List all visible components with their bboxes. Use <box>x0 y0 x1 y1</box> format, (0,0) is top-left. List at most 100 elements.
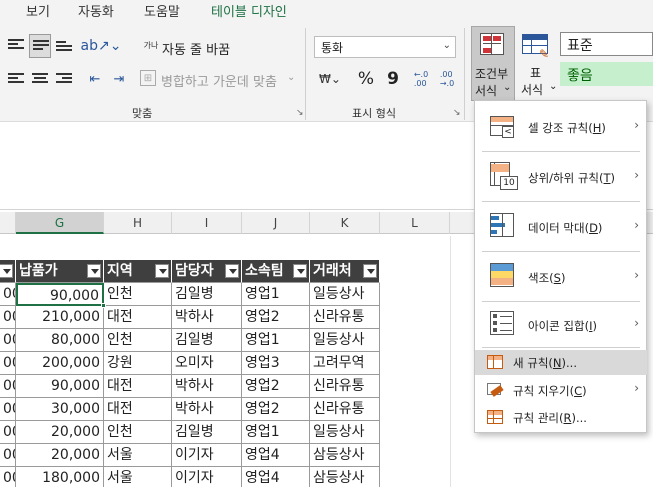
table-cell[interactable]: 00 <box>0 467 16 487</box>
conditional-formatting-button[interactable]: 조건부 서식 ⌄ <box>471 26 515 101</box>
table-cell[interactable]: 영업2 <box>242 398 310 421</box>
table-cell[interactable]: 김일병 <box>172 421 242 444</box>
menu-item-top-bottom[interactable]: 10 상위/하위 규칙(T) › <box>475 152 647 201</box>
menu-item-data-bars[interactable]: 데이터 막대(D) › <box>475 202 647 251</box>
table-cell[interactable]: 박하사 <box>172 398 242 421</box>
tab-help[interactable]: 도움말 <box>144 1 180 20</box>
table-cell[interactable]: 00 <box>0 306 16 329</box>
table-cell[interactable]: 신라유통 <box>310 375 380 398</box>
alignment-launcher-icon[interactable]: ↘ <box>296 108 304 118</box>
wrap-text-button[interactable]: 자동 줄 바꿈 <box>162 39 230 58</box>
table-cell[interactable]: 00 <box>0 283 16 306</box>
table-header-cell[interactable]: 납품가 <box>16 260 104 283</box>
table-cell[interactable]: 고려무역 <box>310 352 380 375</box>
column-header-i[interactable]: I <box>172 212 242 234</box>
table-cell[interactable]: 인천 <box>104 283 172 306</box>
tab-automate[interactable]: 자동화 <box>78 1 114 20</box>
table-cell[interactable]: 서울 <box>104 467 172 487</box>
number-launcher-icon[interactable]: ↘ <box>453 108 461 118</box>
table-cell[interactable]: 박하사 <box>172 375 242 398</box>
table-header-cell[interactable]: 지역 <box>104 260 172 283</box>
table-cell[interactable]: 00 <box>0 352 16 375</box>
table-cell[interactable]: 영업4 <box>242 444 310 467</box>
table-cell[interactable]: 영업4 <box>242 467 310 487</box>
column-header-l[interactable]: L <box>380 212 450 234</box>
align-center-icon[interactable] <box>30 69 50 89</box>
number-format-select[interactable]: 통화 ⌄ <box>314 36 456 58</box>
increase-decimal-icon[interactable]: ←.0 .00 <box>410 67 432 91</box>
cell-style-good[interactable]: 좋음 <box>560 62 653 86</box>
table-cell[interactable]: 90,000 <box>16 375 104 398</box>
align-right-icon[interactable] <box>54 69 74 89</box>
table-cell[interactable]: 30,000 <box>16 398 104 421</box>
tab-view[interactable]: 보기 <box>26 1 50 20</box>
table-cell[interactable]: 영업1 <box>242 329 310 352</box>
table-cell[interactable]: 강원 <box>104 352 172 375</box>
table-cell[interactable]: 영업1 <box>242 421 310 444</box>
table-cell[interactable]: 인천 <box>104 421 172 444</box>
filter-dropdown-icon[interactable] <box>87 264 101 278</box>
column-header-partial[interactable] <box>0 212 16 234</box>
table-cell[interactable]: 00 <box>0 375 16 398</box>
column-header-g[interactable]: G <box>16 212 104 234</box>
table-header-cell[interactable]: 소속팀 <box>242 260 310 283</box>
align-middle-icon[interactable] <box>29 34 51 58</box>
align-top-icon[interactable] <box>6 36 26 56</box>
table-cell[interactable]: 신라유통 <box>310 306 380 329</box>
merge-center-button[interactable]: 병합하고 가운데 맞춤 <box>161 71 277 90</box>
table-cell[interactable]: 대전 <box>104 375 172 398</box>
table-cell[interactable]: 김일병 <box>172 283 242 306</box>
column-header-k[interactable]: K <box>310 212 380 234</box>
table-cell[interactable]: 인천 <box>104 329 172 352</box>
table-cell[interactable]: 삼등상사 <box>310 444 380 467</box>
decrease-decimal-icon[interactable]: .00 →.0 <box>436 67 458 91</box>
table-cell[interactable]: 80,000 <box>16 329 104 352</box>
table-cell[interactable]: 200,000 <box>16 352 104 375</box>
table-cell[interactable]: 일등상사 <box>310 329 380 352</box>
cell-style-normal[interactable]: 표준 <box>560 32 653 56</box>
table-cell[interactable]: 서울 <box>104 444 172 467</box>
table-header-partial[interactable] <box>0 260 16 283</box>
menu-item-manage-rules[interactable]: 규칙 관리(R)... <box>475 405 647 430</box>
table-cell[interactable]: 20,000 <box>16 421 104 444</box>
table-cell[interactable]: 210,000 <box>16 306 104 329</box>
menu-item-new-rule[interactable]: 새 규칙(N)... <box>475 350 647 375</box>
percent-style-icon[interactable]: % <box>356 68 376 90</box>
orientation-icon[interactable]: ab↗⌄ <box>81 36 122 56</box>
table-cell[interactable]: 00 <box>0 329 16 352</box>
align-bottom-icon[interactable] <box>54 36 74 56</box>
table-cell[interactable]: 영업1 <box>242 283 310 306</box>
table-cell[interactable]: 180,000 <box>16 467 104 487</box>
accounting-format-icon[interactable]: ₩⌄ <box>316 69 344 89</box>
table-cell[interactable]: 00 <box>0 421 16 444</box>
filter-dropdown-icon[interactable] <box>363 264 377 278</box>
column-header-j[interactable]: J <box>242 212 310 234</box>
table-cell[interactable]: 신라유통 <box>310 398 380 421</box>
menu-item-clear-rules[interactable]: 규칙 지우기(C) › <box>475 378 647 403</box>
active-cell[interactable]: 90,000 <box>16 283 104 306</box>
align-left-icon[interactable] <box>6 69 26 89</box>
comma-style-icon[interactable]: 9 <box>384 68 402 90</box>
table-header-cell[interactable]: 거래처 <box>310 260 380 283</box>
table-cell[interactable]: 이기자 <box>172 467 242 487</box>
filter-dropdown-icon[interactable] <box>0 264 13 278</box>
fill-handle[interactable] <box>101 303 106 308</box>
menu-item-icon-sets[interactable]: 아이콘 집합(I) › <box>475 302 647 347</box>
table-cell[interactable]: 삼등상사 <box>310 467 380 487</box>
table-cell[interactable]: 영업2 <box>242 306 310 329</box>
table-cell[interactable]: 김일병 <box>172 329 242 352</box>
table-cell[interactable]: 00 <box>0 444 16 467</box>
menu-item-highlight-cells[interactable]: < 셀 강조 규칙(H) › <box>475 101 647 151</box>
table-cell[interactable]: 대전 <box>104 398 172 421</box>
table-cell[interactable]: 영업3 <box>242 352 310 375</box>
menu-item-color-scales[interactable]: 색조(S) › <box>475 252 647 301</box>
filter-dropdown-icon[interactable] <box>225 264 239 278</box>
increase-indent-icon[interactable]: ⇥ <box>108 69 130 89</box>
table-cell[interactable]: 영업2 <box>242 375 310 398</box>
table-cell[interactable]: 이기자 <box>172 444 242 467</box>
merge-dropdown-icon[interactable]: ⌄ <box>287 72 295 83</box>
table-cell[interactable]: 오미자 <box>172 352 242 375</box>
tab-table-design[interactable]: 테이블 디자인 <box>211 1 287 20</box>
table-cell[interactable]: 일등상사 <box>310 283 380 306</box>
table-cell[interactable]: 00 <box>0 398 16 421</box>
